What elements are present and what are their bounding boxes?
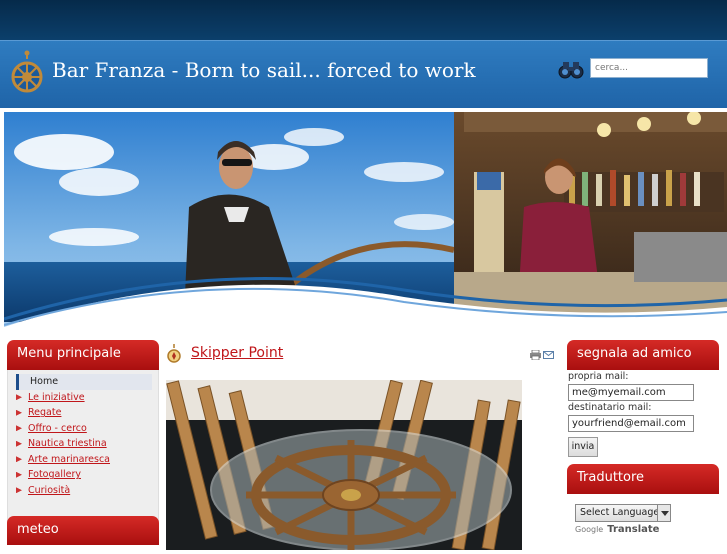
email-icon[interactable] [543, 351, 554, 359]
google-translate-credit[interactable]: Google Translate [575, 524, 659, 535]
search-input[interactable] [590, 58, 708, 78]
right-column: segnala ad amico propria mail: destinata… [567, 340, 719, 554]
bullet-arrow-icon [16, 440, 22, 447]
bullet-arrow-icon [16, 394, 22, 401]
bullet-arrow-icon [16, 409, 22, 416]
menu-item-curiosita[interactable]: Curiosità [8, 483, 158, 499]
ship-wheel-table-photo [166, 380, 522, 550]
compass-icon [167, 344, 181, 363]
translate-label: Translate [607, 524, 660, 535]
menu-item-link[interactable]: Fotogallery [28, 469, 81, 480]
menu-item-label: Home [30, 376, 59, 388]
translator-title: Traduttore [567, 464, 719, 494]
language-select[interactable]: Select Language [575, 504, 671, 522]
translator-content: Select Language Google Translate [567, 494, 719, 554]
bullet-arrow-icon [16, 425, 22, 432]
translator-box: Traduttore Select Language Google Transla… [567, 464, 719, 554]
menu-item-fotogallery[interactable]: Fotogallery [8, 467, 158, 483]
menu-item-link[interactable]: Curiosità [28, 485, 70, 496]
send-button[interactable]: invia [568, 437, 598, 457]
menu-item-offro-cerco[interactable]: Offro - cerco [8, 421, 158, 437]
meteo-box: meteo [7, 516, 159, 545]
bullet-arrow-icon [16, 471, 22, 478]
menu-item-link[interactable]: Offro - cerco [28, 423, 87, 434]
menu-principale-title: Menu principale [7, 340, 159, 370]
site-title[interactable]: Bar Franza - Born to sail... forced to w… [52, 58, 476, 82]
article-title[interactable]: Skipper Point [191, 345, 283, 361]
meteo-title: meteo [7, 516, 159, 545]
binoculars-search-icon [558, 62, 584, 79]
menu-item-regate[interactable]: Regate [8, 405, 158, 421]
menu-item-le-iniziative[interactable]: Le iniziative [8, 390, 158, 406]
dest-email-label: destinatario mail: [568, 402, 652, 413]
menu-item-arte-marinaresca[interactable]: Arte marinaresca [8, 452, 158, 468]
menu-item-link[interactable]: Le iniziative [28, 392, 85, 403]
segnala-ad-amico-title: segnala ad amico [567, 340, 719, 370]
menu-item-link[interactable]: Arte marinaresca [28, 454, 110, 465]
bullet-arrow-icon [16, 487, 22, 494]
share-form: propria mail: destinatario mail: invia [567, 370, 719, 457]
left-column: Menu principale Home Le iniziative Regat… [7, 340, 159, 535]
print-icon[interactable] [530, 350, 541, 360]
top-bar [0, 0, 727, 40]
own-email-label: propria mail: [568, 371, 629, 382]
chevron-down-icon[interactable] [657, 505, 670, 521]
menu-item-link[interactable]: Nautica triestina [28, 438, 107, 449]
dest-email-field[interactable] [568, 415, 694, 432]
bullet-arrow-icon [16, 456, 22, 463]
menu-item-link[interactable]: Regate [28, 407, 61, 418]
google-logo: Google [575, 525, 604, 534]
menu-item-home[interactable]: Home [16, 374, 152, 390]
header-banner-image [4, 112, 727, 336]
main-menu: Home Le iniziative Regate Offro - cerco … [7, 370, 159, 535]
language-select-label: Select Language [580, 507, 660, 518]
menu-item-nautica-triestina[interactable]: Nautica triestina [8, 436, 158, 452]
site-header: Bar Franza - Born to sail... forced to w… [0, 40, 727, 108]
ship-wheel-logo-icon[interactable] [10, 49, 44, 93]
own-email-field[interactable] [568, 384, 694, 401]
